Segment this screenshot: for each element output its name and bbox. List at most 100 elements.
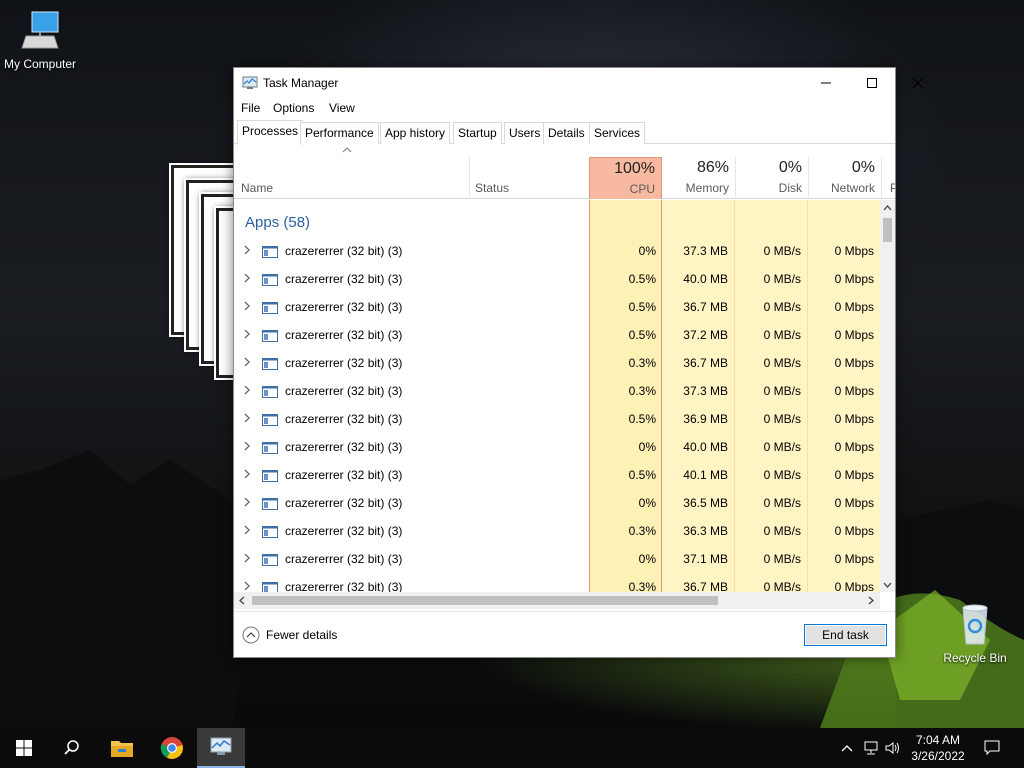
chevron-right-icon[interactable] (244, 497, 250, 507)
chevron-right-icon[interactable] (244, 469, 250, 479)
search-button[interactable] (48, 728, 96, 768)
process-disk: 0 MB/s (763, 244, 801, 258)
taskbar-chrome[interactable] (148, 728, 196, 768)
chevron-right-icon[interactable] (244, 413, 250, 423)
tab-services[interactable]: Services (589, 122, 646, 144)
process-row[interactable]: crazererrer (32 bit) (3) 0.5% 40.0 MB 0 MB/… (234, 266, 880, 294)
minimize-button[interactable] (803, 68, 849, 98)
taskbar-clock[interactable]: 7:04 AM 3/26/2022 (900, 732, 976, 764)
end-task-button[interactable]: End task (804, 624, 887, 646)
process-list: Apps (58) crazererrer (32 bit) (3) 0% 37.3… (234, 200, 880, 592)
process-cpu: 0% (638, 440, 656, 454)
process-cpu: 0.3% (628, 384, 656, 398)
vertical-scroll-thumb[interactable] (883, 218, 892, 242)
process-row[interactable]: crazererrer (32 bit) (3) 0.3% 36.7 MB 0 MB/… (234, 574, 880, 592)
group-title-apps: Apps (58) (245, 214, 311, 231)
column-cpu-label: CPU (629, 182, 655, 196)
process-network: 0 Mbps (834, 524, 874, 538)
chevron-right-icon[interactable] (244, 357, 250, 367)
sort-ascending-icon (342, 147, 352, 153)
tab-performance[interactable]: Performance (300, 122, 379, 144)
chevron-right-icon[interactable] (244, 245, 250, 255)
chevron-right-icon[interactable] (244, 301, 250, 311)
maximize-button[interactable] (849, 68, 895, 98)
desktop-icon-label: Recycle Bin (943, 651, 1007, 665)
chevron-right-icon[interactable] (244, 329, 250, 339)
chevron-right-icon[interactable] (244, 581, 250, 591)
desktop-icon-recycle-bin[interactable]: Recycle Bin (935, 602, 1015, 665)
column-cpu[interactable]: 100% CPU (589, 157, 662, 199)
task-manager-icon (210, 737, 232, 755)
menu-bar: File Options View (234, 98, 895, 118)
tab-details[interactable]: Details (543, 122, 590, 144)
desktop-icon-my-computer[interactable]: My Computer (0, 8, 80, 71)
column-network[interactable]: 0% Network (808, 157, 881, 199)
chevron-right-icon[interactable] (244, 525, 250, 535)
fewer-details-button[interactable]: Fewer details (242, 626, 337, 644)
process-row[interactable]: crazererrer (32 bit) (3) 0.3% 37.3 MB 0 MB/… (234, 378, 880, 406)
app-window-icon (262, 330, 278, 342)
horizontal-scrollbar[interactable] (234, 592, 880, 609)
chevron-right-icon[interactable] (244, 441, 250, 451)
process-name: crazererrer (32 bit) (3) (285, 468, 403, 482)
process-row[interactable]: crazererrer (32 bit) (3) 0.5% 36.7 MB 0 MB/… (234, 294, 880, 322)
column-power[interactable]: P (882, 157, 895, 199)
app-window-icon (262, 246, 278, 258)
process-row[interactable]: crazererrer (32 bit) (3) 0% 37.3 MB 0 MB/s 0… (234, 238, 880, 266)
column-status[interactable]: Status (469, 157, 589, 199)
taskbar-task-manager[interactable] (197, 728, 245, 768)
process-row[interactable]: crazererrer (32 bit) (3) 0.3% 36.7 MB 0 MB/… (234, 350, 880, 378)
task-manager-icon (242, 76, 258, 89)
taskbar-file-explorer[interactable] (98, 728, 146, 768)
action-center-button[interactable] (978, 728, 1006, 768)
process-row[interactable]: crazererrer (32 bit) (3) 0.5% 36.9 MB 0 MB/… (234, 406, 880, 434)
menu-view[interactable]: View (329, 101, 355, 115)
process-row[interactable]: crazererrer (32 bit) (3) 0% 36.5 MB 0 MB/s 0… (234, 490, 880, 518)
network-icon (864, 741, 878, 755)
process-disk: 0 MB/s (763, 300, 801, 314)
chevron-right-icon[interactable] (244, 385, 250, 395)
process-network: 0 Mbps (834, 272, 874, 286)
menu-file[interactable]: File (241, 101, 260, 115)
tab-processes[interactable]: Processes (237, 120, 304, 145)
scroll-up-icon (883, 205, 892, 211)
process-row[interactable]: crazererrer (32 bit) (3) 0.5% 37.2 MB 0 MB/… (234, 322, 880, 350)
tab-users[interactable]: Users (504, 122, 546, 144)
process-memory: 36.7 MB (683, 356, 728, 370)
tray-network[interactable] (860, 728, 882, 768)
start-icon (16, 740, 32, 756)
app-window-icon (262, 358, 278, 370)
column-disk[interactable]: 0% Disk (735, 157, 808, 199)
process-disk: 0 MB/s (763, 496, 801, 510)
scroll-left-icon (239, 596, 245, 605)
chevron-right-icon[interactable] (244, 553, 250, 563)
process-row[interactable]: crazererrer (32 bit) (3) 0% 40.0 MB 0 MB/s 0… (234, 434, 880, 462)
app-window-icon (262, 302, 278, 314)
title-bar[interactable]: Task Manager (234, 68, 923, 98)
chevron-right-icon[interactable] (244, 273, 250, 283)
process-disk: 0 MB/s (763, 384, 801, 398)
tab-app-history[interactable]: App history (380, 122, 451, 144)
horizontal-scroll-thumb[interactable] (252, 596, 718, 605)
file-explorer-icon (111, 741, 133, 757)
process-disk: 0 MB/s (763, 440, 801, 454)
tab-startup[interactable]: Startup (453, 122, 502, 144)
process-cpu: 0.3% (628, 580, 656, 592)
chevron-up-icon (841, 745, 853, 752)
process-name: crazererrer (32 bit) (3) (285, 384, 403, 398)
process-row[interactable]: crazererrer (32 bit) (3) 0.5% 40.1 MB 0 MB/… (234, 462, 880, 490)
taskbar: 7:04 AM 3/26/2022 (0, 728, 1024, 768)
app-window-icon (262, 442, 278, 454)
tray-show-hidden[interactable] (838, 728, 856, 768)
process-row[interactable]: crazererrer (32 bit) (3) 0% 37.1 MB 0 MB/s 0… (234, 546, 880, 574)
column-memory[interactable]: 86% Memory (662, 157, 735, 199)
menu-options[interactable]: Options (273, 101, 314, 115)
window-title: Task Manager (263, 76, 339, 90)
start-button[interactable] (0, 728, 48, 768)
app-window-icon (262, 526, 278, 538)
minimize-icon (821, 82, 831, 84)
process-row[interactable]: crazererrer (32 bit) (3) 0.3% 36.3 MB 0 MB/… (234, 518, 880, 546)
column-name[interactable]: Name (234, 157, 469, 199)
close-button[interactable] (895, 68, 941, 98)
vertical-scrollbar[interactable] (880, 200, 895, 592)
